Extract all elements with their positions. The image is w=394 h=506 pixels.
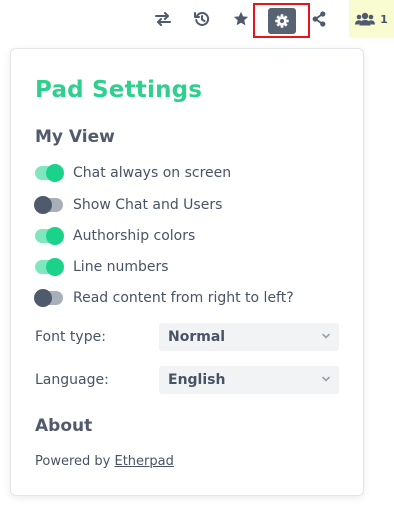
settings-panel: Pad Settings My View Chat always on scre… [10,48,364,496]
language-value: English [168,372,226,388]
gear-icon [274,13,289,28]
chevron-down-icon [322,333,330,339]
font-type-value: Normal [168,329,226,345]
font-type-select[interactable]: Normal [159,323,339,351]
star-icon [233,11,249,26]
user-count: 1 [380,12,388,26]
toggle-label: Chat always on screen [73,165,232,181]
users-icon [355,12,376,26]
import-export-button[interactable] [149,6,177,32]
timeslider-button[interactable] [188,6,216,32]
language-label: Language: [35,372,109,388]
toolbar: 1 [0,0,394,38]
toggle-knob [34,196,52,214]
etherpad-link[interactable]: Etherpad [115,454,174,469]
toggle-row-chat-always-on-screen[interactable]: Chat always on screen [35,163,231,183]
history-icon [194,11,210,26]
toggle-knob [34,289,52,307]
rtl-toggle[interactable] [34,289,63,307]
toggle-label: Line numbers [73,259,169,275]
show-users-button[interactable]: 1 [349,0,394,38]
settings-button-inner [267,7,296,34]
chat-always-on-screen-toggle[interactable] [35,164,64,182]
show-chat-and-users-toggle[interactable] [34,196,63,214]
toggle-row-authorship-colors[interactable]: Authorship colors [35,226,195,246]
toggle-label: Authorship colors [73,228,196,244]
share-icon [312,11,326,27]
toggle-row-rtl[interactable]: Read content from right to left? [34,288,294,308]
toggle-label: Read content from right to left? [73,290,294,306]
line-numbers-toggle[interactable] [35,258,64,276]
savedrevision-button[interactable] [227,6,255,32]
toggle-row-line-numbers[interactable]: Line numbers [35,257,169,277]
language-row: Language: English [35,366,341,394]
language-select[interactable]: English [159,366,339,394]
panel-title: Pad Settings [35,77,203,103]
powered-by-text: Powered by Etherpad [35,454,174,469]
toggle-knob [46,258,64,276]
settings-button[interactable] [253,3,310,38]
powered-by-label: Powered by [35,454,111,469]
toggle-row-show-chat-and-users[interactable]: Show Chat and Users [34,195,223,215]
my-view-heading: My View [35,127,115,147]
font-type-row: Font type: Normal [35,323,341,351]
toggle-knob [46,164,64,182]
authorship-colors-toggle[interactable] [35,227,64,245]
font-type-label: Font type: [35,329,106,345]
embed-share-button[interactable] [305,6,333,32]
chevron-down-icon [322,376,330,382]
toggle-label: Show Chat and Users [73,197,223,213]
about-heading: About [35,416,93,436]
import-export-icon [155,12,171,26]
toggle-knob [46,227,64,245]
